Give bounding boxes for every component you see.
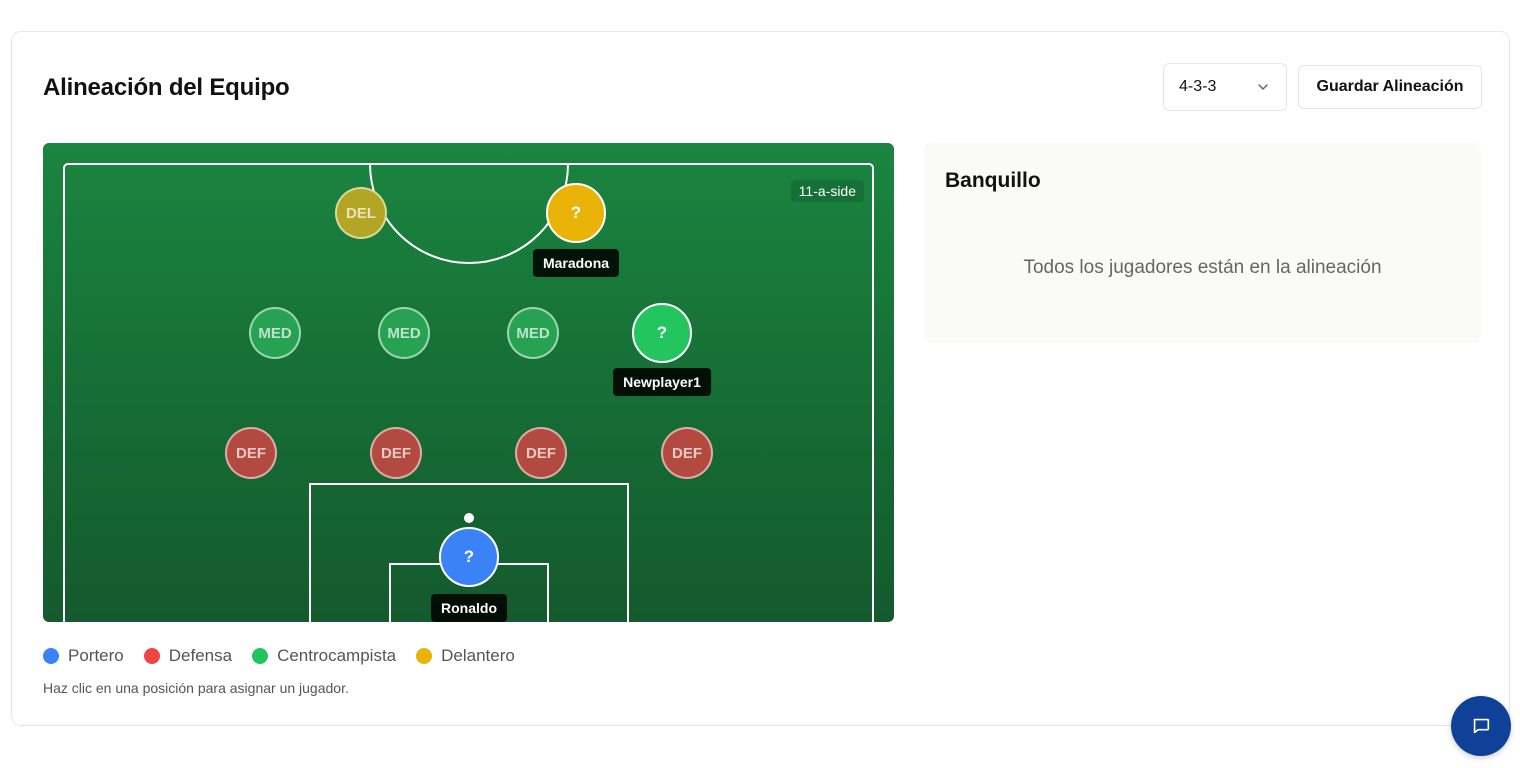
save-lineup-button[interactable]: Guardar Alineación	[1298, 65, 1482, 109]
legend-label: Delantero	[441, 646, 515, 665]
position-slot-midfielder-2[interactable]: MED	[378, 307, 430, 359]
pitch-format-badge: 11-a-side	[790, 180, 864, 202]
legend-item-goalkeeper: Portero	[43, 646, 124, 666]
legend-dot	[143, 648, 160, 664]
legend-label: Centrocampista	[277, 646, 397, 665]
position-slot-midfielder-3[interactable]: MED	[507, 307, 559, 359]
soccer-pitch: 11-a-side DEL ? Maradona MED MED MED ? N…	[43, 143, 894, 622]
formation-value: 4-3-3	[1179, 78, 1217, 95]
player-name-tag: Newplayer1	[613, 368, 711, 396]
position-slot-goalkeeper[interactable]: ?	[439, 527, 499, 587]
bench-panel: Banquillo Todos los jugadores están en l…	[924, 143, 1481, 343]
formation-select[interactable]: 4-3-3	[1163, 63, 1287, 111]
lineup-card: Alineación del Equipo 4-3-3 Guardar Alin…	[11, 31, 1510, 726]
legend-dot	[252, 648, 269, 664]
position-slot-midfielder-1[interactable]: MED	[249, 307, 301, 359]
legend-label: Portero	[68, 646, 124, 665]
legend-label: Defensa	[168, 646, 233, 665]
legend-dot	[43, 648, 59, 664]
lineup-hint: Haz clic en una posición para asignar un…	[43, 680, 349, 696]
player-name-tag: Ronaldo	[431, 594, 507, 622]
chat-icon	[1473, 718, 1490, 734]
bench-empty-message: Todos los jugadores están en la alineaci…	[1023, 257, 1382, 278]
legend-dot	[416, 648, 433, 664]
position-legend: Portero Defensa Centrocampista Delantero	[43, 646, 515, 666]
position-slot-defender-3[interactable]: DEF	[515, 427, 567, 479]
page-title: Alineación del Equipo	[43, 74, 290, 101]
chevron-down-icon	[1258, 84, 1268, 90]
legend-item-forward: Delantero	[416, 646, 515, 666]
position-slot-forward-left[interactable]: DEL	[335, 187, 387, 239]
legend-item-midfielder: Centrocampista	[252, 646, 396, 666]
position-slot-midfielder-4[interactable]: ?	[632, 303, 692, 363]
legend-item-defender: Defensa	[143, 646, 233, 666]
player-name-tag: Maradona	[532, 249, 620, 277]
chat-button[interactable]	[1451, 696, 1511, 756]
position-slot-defender-4[interactable]: DEF	[661, 427, 713, 479]
position-slot-defender-2[interactable]: DEF	[370, 427, 422, 479]
position-slot-defender-1[interactable]: DEF	[225, 427, 277, 479]
bench-title: Banquillo	[945, 169, 1041, 192]
position-slot-forward-right[interactable]: ?	[546, 183, 606, 243]
